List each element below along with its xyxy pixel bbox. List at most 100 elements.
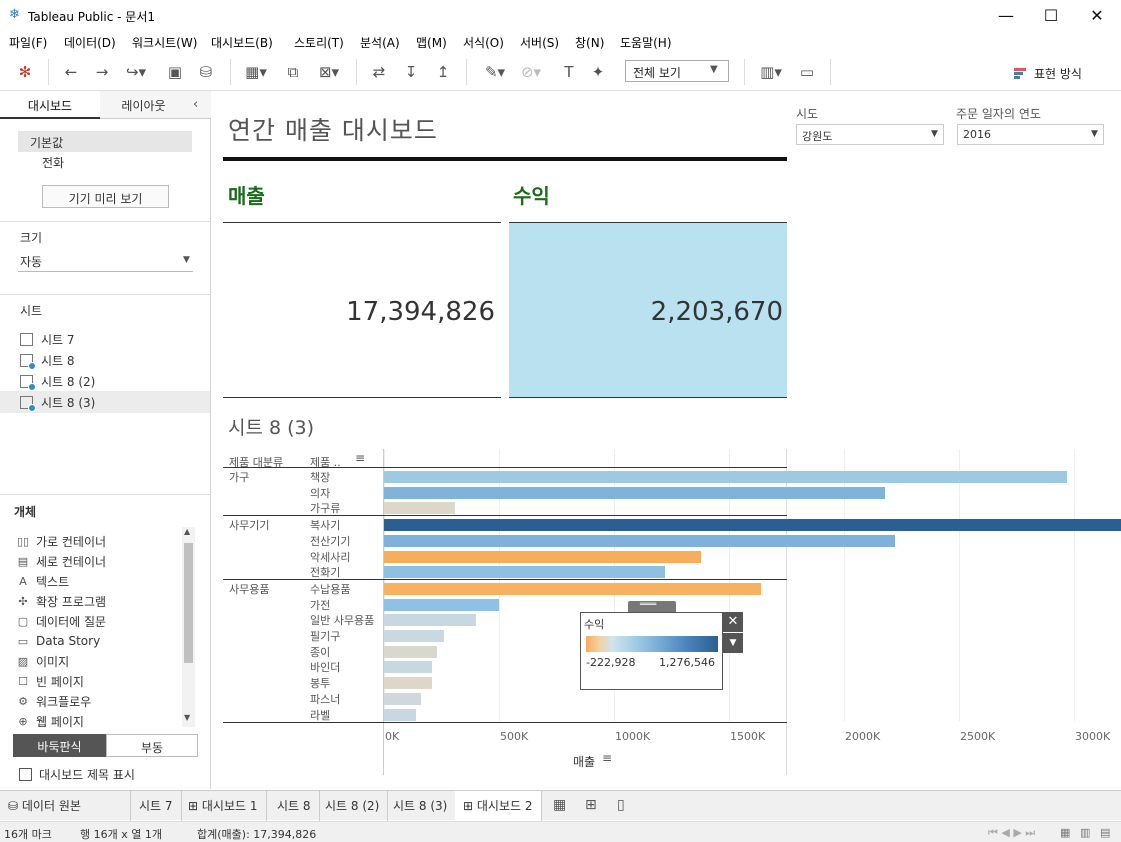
sort-icon[interactable]: ≡	[355, 451, 365, 465]
category-label[interactable]: 가구	[229, 469, 249, 485]
scroll-thumb[interactable]	[184, 543, 193, 663]
floating-toggle[interactable]: 부동	[106, 734, 198, 757]
clear-sheet-icon[interactable]: ⊠▾	[312, 61, 346, 83]
menu-story[interactable]: 스토리(T)	[294, 34, 344, 51]
menu-analysis[interactable]: 분석(A)	[360, 34, 400, 51]
menu-server[interactable]: 서버(S)	[520, 34, 559, 51]
product-label[interactable]: 필기구	[310, 628, 340, 644]
menu-format[interactable]: 서식(O)	[463, 34, 504, 51]
product-label[interactable]: 수납용품	[310, 581, 350, 597]
product-label[interactable]: 파스너	[310, 691, 340, 707]
object-data-story[interactable]: ▭ Data Story	[16, 634, 100, 648]
group-icon[interactable]: ⊘▾	[516, 61, 546, 83]
bar-mark[interactable]	[384, 645, 437, 658]
product-label[interactable]: 가구류	[310, 500, 340, 516]
object-web-page[interactable]: ⊕ 웹 페이지	[16, 713, 84, 730]
profit-color-legend[interactable]: 수익 -222,928 1,276,546	[580, 612, 723, 690]
object-extension[interactable]: ✣ 확장 프로그램	[16, 593, 106, 610]
scroll-down-icon[interactable]: ▼	[184, 713, 190, 722]
bar-mark[interactable]	[384, 661, 433, 674]
product-label[interactable]: 일반 사무용품	[310, 612, 374, 628]
product-label[interactable]: 바인더	[310, 659, 340, 675]
legend-close-button[interactable]: ✕	[723, 612, 743, 632]
product-label[interactable]: 전화기	[310, 564, 340, 580]
collapse-pane-icon[interactable]: ‹	[193, 97, 198, 112]
bar-mark[interactable]	[384, 566, 665, 579]
category-label[interactable]: 사무기기	[229, 517, 269, 533]
bar-mark[interactable]	[384, 550, 702, 563]
tab-data-source[interactable]: ⛁ 데이터 원본	[0, 791, 131, 821]
object-horizontal-container[interactable]: ▯▯ 가로 컨테이너	[16, 533, 106, 550]
object-vertical-container[interactable]: ▤ 세로 컨테이너	[16, 553, 106, 570]
product-label[interactable]: 가전	[310, 597, 330, 613]
sheet-item-8[interactable]: 시트 8	[20, 352, 75, 370]
show-dashboard-title[interactable]: 대시보드 제목 표시	[19, 766, 135, 783]
new-worksheet-icon[interactable]: ▦	[553, 797, 566, 813]
object-image[interactable]: ▨ 이미지	[16, 653, 69, 670]
tab-dashboard-1[interactable]: ⊞ 대시보드 1	[180, 791, 267, 821]
bar-mark[interactable]	[384, 486, 886, 499]
bar-mark[interactable]	[384, 614, 476, 627]
sheet-item-8-2[interactable]: 시트 8 (2)	[20, 373, 95, 391]
tabs-view-icon[interactable]: ▤	[1100, 826, 1110, 839]
object-workflow[interactable]: ⚙ 워크플로우	[16, 693, 91, 710]
fit-view-select[interactable]: 전체 보기 ▼	[625, 60, 729, 82]
menu-map[interactable]: 맵(M)	[416, 34, 447, 51]
tab-dashboard-2[interactable]: ⊞ 대시보드 2	[455, 791, 542, 821]
menu-help[interactable]: 도움말(H)	[620, 34, 672, 51]
object-blank[interactable]: ☐ 빈 페이지	[16, 673, 84, 690]
undo-icon[interactable]: ←	[60, 61, 82, 83]
presentation-mode-icon[interactable]: ▭	[796, 61, 818, 83]
sort-icon[interactable]: ≡	[602, 751, 612, 765]
scroll-up-icon[interactable]: ▲	[184, 527, 190, 536]
close-button[interactable]: ✕	[1074, 0, 1120, 31]
tab-sheet-7[interactable]: 시트 7	[131, 791, 182, 821]
highlight-icon[interactable]: ✎▾	[478, 61, 512, 83]
product-label[interactable]: 복사기	[310, 517, 340, 533]
bar-mark[interactable]	[384, 534, 895, 547]
bar-mark[interactable]	[384, 677, 433, 690]
maximize-button[interactable]: ☐	[1028, 0, 1074, 31]
show-labels-icon[interactable]: T	[558, 61, 580, 83]
new-dashboard-icon[interactable]: ⊞	[585, 797, 597, 813]
tab-sheet-8-2[interactable]: 시트 8 (2)	[317, 791, 389, 821]
bar-mark[interactable]	[384, 708, 417, 721]
bar-mark[interactable]	[384, 598, 499, 611]
objects-scrollbar[interactable]: ▲ ▼	[182, 527, 195, 727]
tab-sheet-8[interactable]: 시트 8	[269, 791, 320, 821]
legend-menu-button[interactable]: ▼	[723, 633, 743, 653]
product-label[interactable]: 라벨	[310, 707, 330, 723]
product-label[interactable]: 악세사리	[310, 549, 350, 565]
duplicate-sheet-icon[interactable]: ⧉	[282, 61, 304, 83]
size-select[interactable]: 자동 ▼	[18, 251, 193, 272]
show-cards-icon[interactable]: ▥▾	[754, 61, 788, 83]
product-label[interactable]: 종이	[310, 644, 330, 660]
category-label[interactable]: 사무용품	[229, 581, 269, 597]
bar-mark[interactable]	[384, 519, 1121, 532]
bar-mark[interactable]	[384, 471, 1068, 483]
menu-dashboard[interactable]: 대시보드(B)	[211, 34, 273, 51]
menu-data[interactable]: 데이터(D)	[64, 34, 116, 51]
redo-icon[interactable]: →	[91, 61, 113, 83]
menu-file[interactable]: 파일(F)	[9, 34, 47, 51]
filmstrip-view-icon[interactable]: ▥	[1080, 826, 1090, 839]
object-text[interactable]: A 텍스트	[16, 573, 69, 590]
device-phone[interactable]: 전화	[42, 154, 64, 171]
new-worksheet-icon[interactable]: ▦▾	[239, 61, 273, 83]
sort-ascending-icon[interactable]: ↧	[400, 61, 422, 83]
save-icon[interactable]: ▣	[164, 61, 186, 83]
add-datasource-icon[interactable]: ⛁	[195, 61, 217, 83]
menu-window[interactable]: 창(N)	[575, 34, 604, 51]
tiled-toggle[interactable]: 바둑판식	[13, 734, 106, 757]
sheet-item-8-3[interactable]: 시트 8 (3)	[20, 394, 95, 412]
grid-view-icon[interactable]: ▦	[1060, 826, 1070, 839]
device-default[interactable]: 기본값	[18, 131, 192, 152]
bar-mark[interactable]	[384, 630, 444, 642]
replay-icon[interactable]: ↪▾	[121, 61, 151, 83]
object-ask-data[interactable]: ▢ 데이터에 질문	[16, 613, 106, 630]
minimize-button[interactable]: —	[983, 0, 1029, 31]
sort-descending-icon[interactable]: ↥	[432, 61, 454, 83]
checkbox[interactable]	[19, 768, 32, 781]
swap-rows-cols-icon[interactable]: ⇄	[368, 61, 390, 83]
product-label[interactable]: 봉투	[310, 675, 330, 691]
